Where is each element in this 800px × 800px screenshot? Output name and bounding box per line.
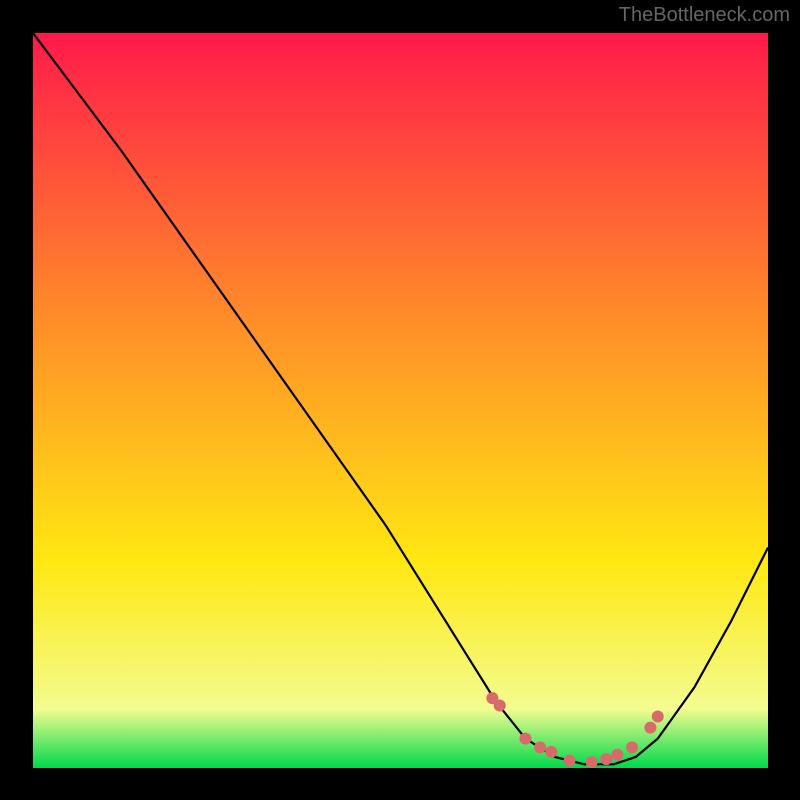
chart-plot-area [33,33,768,768]
marker-point [644,722,656,734]
chart-svg [33,33,768,768]
marker-point [586,756,598,768]
marker-point [494,700,506,712]
watermark-text: TheBottleneck.com [619,4,790,27]
marker-point [519,733,531,745]
marker-point [534,741,546,753]
marker-point [545,746,557,758]
marker-point [611,749,623,761]
marker-point [600,753,612,765]
marker-point [652,711,664,723]
gradient-background [33,33,768,768]
marker-point [626,741,638,753]
marker-point [564,755,576,767]
